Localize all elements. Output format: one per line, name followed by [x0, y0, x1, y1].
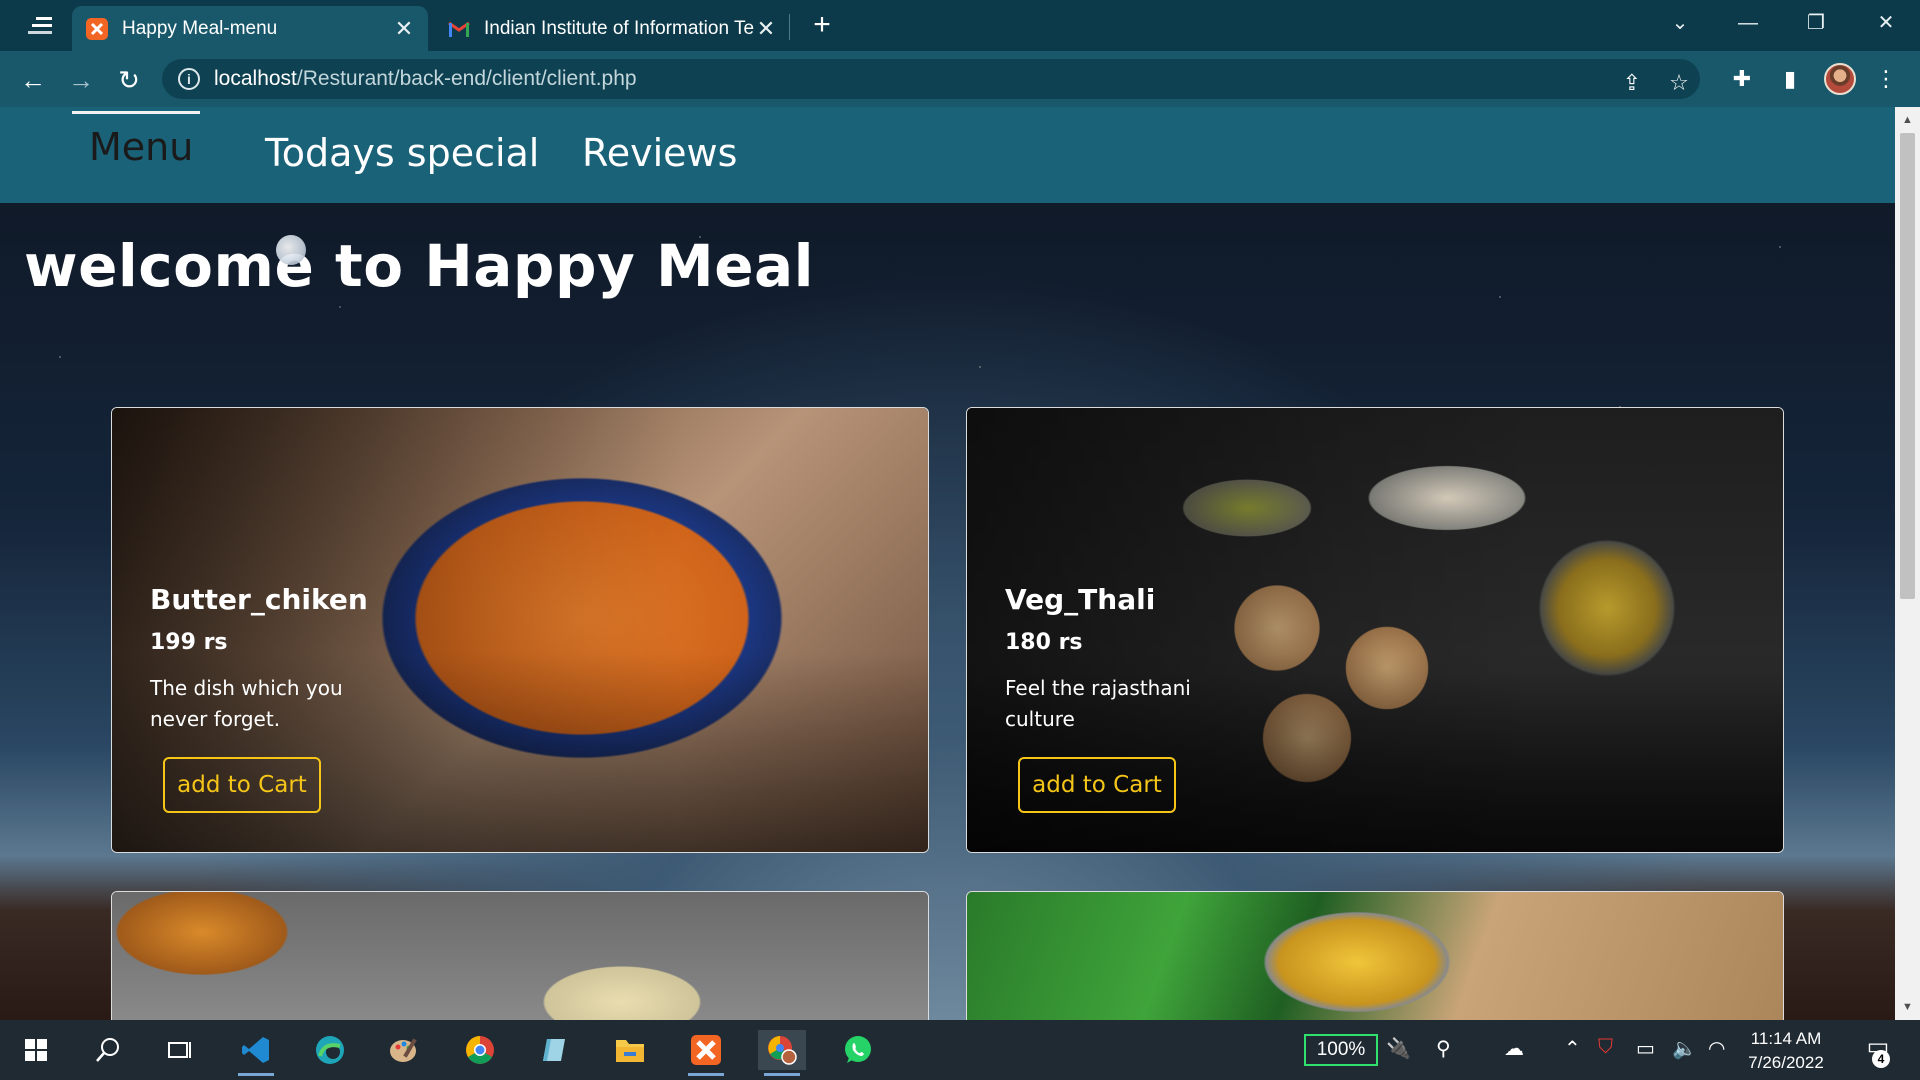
extensions-icon[interactable]: ✚	[1726, 63, 1758, 95]
power-plug-icon[interactable]: 🔌	[1386, 1036, 1411, 1061]
dish-description: Feel the rajasthani culture	[1005, 676, 1191, 731]
vscode-icon[interactable]	[232, 1030, 280, 1076]
scrollbar-thumb[interactable]	[1900, 133, 1915, 599]
url-host: localhost	[214, 67, 297, 90]
scroll-down-icon[interactable]: ▼	[1895, 996, 1920, 1018]
wifi-icon[interactable]: ◠	[1708, 1036, 1725, 1061]
dish-image	[112, 892, 928, 1020]
chevron-up-icon[interactable]: ⌃	[1564, 1036, 1581, 1061]
more-menu-icon[interactable]: ⋮	[1870, 63, 1902, 95]
reload-icon[interactable]: ↻	[112, 63, 146, 97]
tab-close-icon[interactable]: ✕	[394, 16, 414, 42]
antivirus-shield-icon[interactable]: ⛉	[1598, 1036, 1613, 1059]
close-window-icon[interactable]: ✕	[1866, 8, 1906, 38]
page-title: welcome to Happy Meal	[24, 232, 815, 300]
menu-card	[966, 891, 1784, 1020]
edge-icon[interactable]	[306, 1030, 354, 1070]
page-content: Menu Todays special Reviews welcome to H…	[0, 107, 1895, 1020]
battery-indicator[interactable]: 100%	[1304, 1034, 1378, 1066]
dish-price: 199 rs	[150, 630, 228, 655]
start-icon[interactable]	[12, 1030, 60, 1070]
nav-active-indicator	[72, 111, 200, 114]
card-body: Veg_Thali 180 rs Feel the rajasthani cul…	[1005, 583, 1205, 735]
dish-description: The dish which you never forget.	[150, 676, 343, 731]
windows-taskbar: 100% 🔌 ⚲ ☁ ⌃ ⛉ ▭ 🔈 ◠ 11:14 AM 7/26/2022 …	[0, 1020, 1920, 1080]
clock-time: 11:14 AM	[1750, 1029, 1822, 1048]
forward-icon[interactable]: →	[64, 63, 98, 97]
people-icon[interactable]: ⚲	[1436, 1036, 1451, 1061]
new-tab-button[interactable]: +	[804, 10, 840, 42]
volume-icon[interactable]: 🔈	[1672, 1036, 1697, 1061]
chrome-profile-icon[interactable]	[758, 1030, 806, 1076]
battery-icon[interactable]: ▭	[1636, 1036, 1655, 1061]
tab-close-icon[interactable]: ✕	[756, 16, 776, 42]
paint-icon[interactable]	[380, 1030, 428, 1070]
xampp-icon[interactable]	[682, 1030, 730, 1076]
site-info-icon[interactable]: i	[178, 68, 200, 90]
back-icon[interactable]: ←	[16, 63, 50, 97]
file-explorer-icon[interactable]	[606, 1030, 654, 1070]
nav-reviews[interactable]: Reviews	[582, 131, 737, 175]
nav-todays-special[interactable]: Todays special	[265, 131, 539, 175]
search-icon[interactable]	[84, 1030, 132, 1070]
dish-name: Veg_Thali	[1005, 583, 1156, 616]
tab-list-icon[interactable]: ⌄	[1660, 8, 1700, 38]
task-view-icon[interactable]	[156, 1030, 204, 1070]
profile-avatar[interactable]	[1824, 63, 1856, 95]
dish-price: 180 rs	[1005, 630, 1083, 655]
xampp-icon	[86, 17, 108, 40]
bookmark-star-icon[interactable]: ☆	[1664, 68, 1694, 98]
whatsapp-icon[interactable]	[834, 1030, 882, 1070]
add-to-cart-button[interactable]: add to Cart	[163, 757, 321, 813]
menu-card	[111, 891, 929, 1020]
address-bar[interactable]: i localhost /Resturant/back-end/client/c…	[162, 59, 1700, 99]
card-body: Butter_chiken 199 rs The dish which you …	[150, 583, 368, 735]
add-to-cart-button[interactable]: add to Cart	[1018, 757, 1176, 813]
url-path: /Resturant/back-end/client/client.php	[296, 67, 637, 90]
moon-decoration	[276, 235, 306, 265]
site-nav: Menu Todays special Reviews	[0, 107, 1895, 203]
menu-card: Veg_Thali 180 rs Feel the rajasthani cul…	[966, 407, 1784, 853]
dish-image	[967, 892, 1783, 1020]
notification-count-badge: 4	[1872, 1050, 1890, 1068]
tab-title: Indian Institute of Information Te	[484, 17, 755, 39]
side-panel-icon[interactable]: ▮	[1774, 63, 1806, 95]
tab-separator	[789, 14, 790, 40]
system-clock[interactable]: 11:14 AM 7/26/2022	[1740, 1027, 1832, 1075]
browser-tab-bar: Happy Meal-menu ✕ Indian Institute of In…	[0, 0, 1920, 51]
tab-happy-meal[interactable]: Happy Meal-menu ✕	[72, 6, 428, 51]
nav-menu[interactable]: Menu	[89, 125, 193, 169]
tab-title: Happy Meal-menu	[122, 17, 278, 39]
weather-icon[interactable]: ☁	[1504, 1036, 1524, 1061]
scroll-up-icon[interactable]: ▲	[1895, 109, 1920, 131]
browser-toolbar: ← → ↻ i localhost /Resturant/back-end/cl…	[0, 51, 1920, 107]
chrome-icon[interactable]	[456, 1030, 504, 1070]
dish-name: Butter_chiken	[150, 583, 368, 616]
share-icon[interactable]: ⇪	[1617, 68, 1647, 98]
tab-search-icon[interactable]	[22, 12, 62, 40]
notepad-icon[interactable]	[530, 1030, 578, 1070]
tab-gmail[interactable]: Indian Institute of Information Te ✕	[434, 6, 790, 51]
page-scrollbar[interactable]: ▲ ▼	[1895, 107, 1920, 1020]
minimize-icon[interactable]: —	[1728, 8, 1768, 38]
restore-icon[interactable]: ❐	[1796, 8, 1836, 38]
menu-card: Butter_chiken 199 rs The dish which you …	[111, 407, 929, 853]
gmail-icon	[448, 18, 470, 40]
clock-date: 7/26/2022	[1748, 1053, 1824, 1072]
